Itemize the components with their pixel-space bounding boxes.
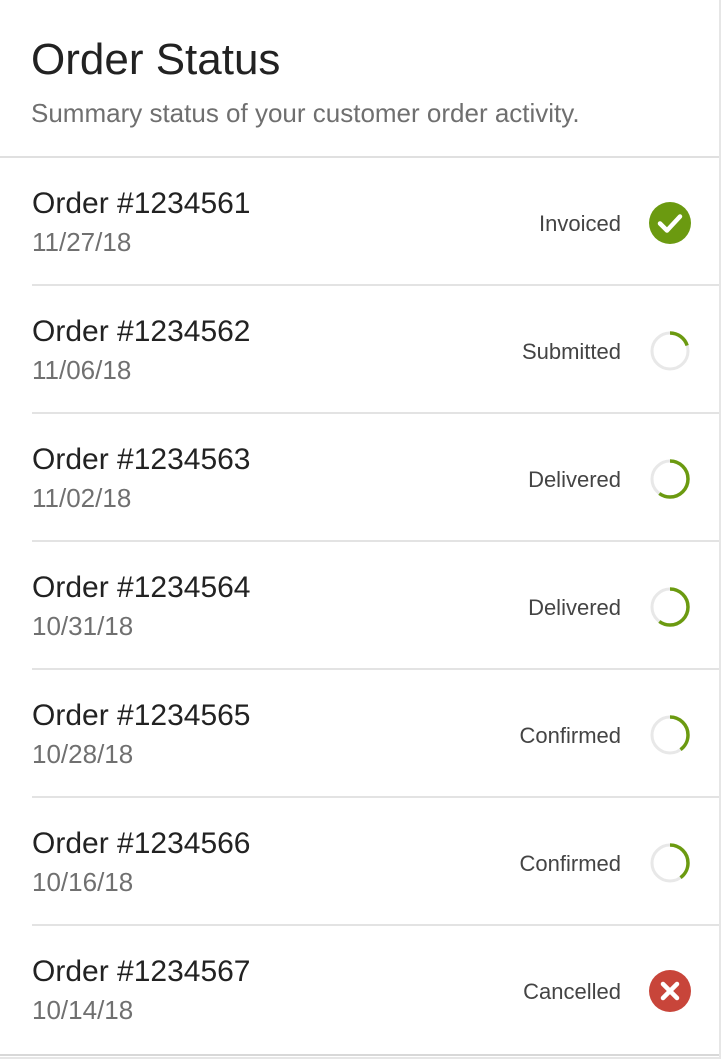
progress-ring-icon: [649, 714, 691, 756]
order-date: 10/14/18: [32, 995, 134, 1025]
order-row[interactable]: Order #1234563 11/02/18 Delivered: [32, 414, 719, 542]
order-id: Order #1234566: [32, 827, 251, 860]
order-row[interactable]: Order #1234564 10/31/18 Delivered: [32, 542, 719, 670]
order-row[interactable]: Order #1234562 11/06/18 Submitted: [32, 286, 719, 414]
order-id: Order #1234562: [32, 315, 251, 348]
card-header: Order Status Summary status of your cust…: [0, 0, 719, 158]
order-id: Order #1234564: [32, 571, 251, 604]
progress-ring-icon: [649, 842, 691, 884]
page-subtitle: Summary status of your customer order ac…: [31, 98, 580, 128]
order-id: Order #1234567: [32, 955, 251, 988]
cancel-circle-icon: [649, 970, 691, 1012]
check-circle-icon: [649, 202, 691, 244]
order-row[interactable]: Order #1234567 10/14/18 Cancelled: [0, 926, 719, 1056]
order-id: Order #1234563: [32, 443, 251, 476]
status-label: Confirmed: [519, 851, 621, 876]
status-label: Confirmed: [519, 723, 621, 748]
order-date: 11/27/18: [32, 227, 132, 257]
status-label: Submitted: [521, 339, 621, 364]
order-date: 10/31/18: [32, 611, 134, 641]
status-label: Delivered: [528, 467, 621, 492]
order-date: 10/16/18: [32, 867, 134, 897]
order-date: 10/28/18: [32, 739, 134, 769]
order-status-card: Order Status Summary status of your cust…: [0, 0, 721, 1059]
order-date: 11/02/18: [32, 483, 132, 513]
order-row[interactable]: Order #1234561 11/27/18 Invoiced: [32, 158, 719, 286]
status-label: Cancelled: [523, 979, 621, 1004]
progress-ring-icon: [649, 458, 691, 500]
page-title: Order Status: [31, 35, 281, 84]
order-id: Order #1234565: [32, 699, 251, 732]
status-label: Delivered: [528, 595, 621, 620]
order-row[interactable]: Order #1234565 10/28/18 Confirmed: [32, 670, 719, 798]
order-list: Order #1234561 11/27/18 Invoiced Order #…: [0, 158, 719, 1056]
order-id: Order #1234561: [32, 187, 251, 220]
progress-ring-icon: [649, 586, 691, 628]
order-date: 11/06/18: [32, 355, 132, 385]
status-label: Invoiced: [539, 211, 621, 236]
progress-ring-icon: [649, 330, 691, 372]
order-row[interactable]: Order #1234566 10/16/18 Confirmed: [32, 798, 719, 926]
